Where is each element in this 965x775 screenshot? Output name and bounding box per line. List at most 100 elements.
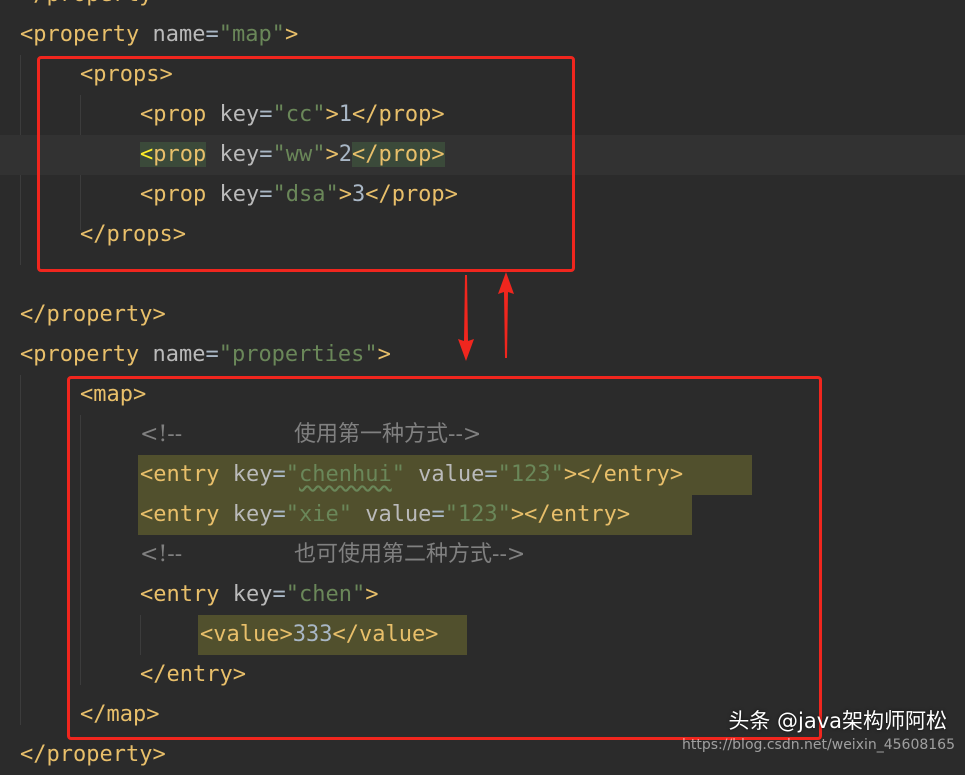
code-token: </property> xyxy=(20,0,166,7)
code-token: > xyxy=(325,102,339,127)
code-token: = xyxy=(259,182,273,207)
code-text: <prop key="dsa">3</prop> xyxy=(140,175,458,215)
code-text: <entry key="xie" value="123"></entry> xyxy=(140,495,630,535)
code-token: </prop> xyxy=(351,142,445,167)
code-token: <prop xyxy=(140,182,207,207)
code-line[interactable]: <entry key="chenhui" value="123"></entry… xyxy=(0,455,965,495)
code-token: > xyxy=(325,142,339,167)
code-text: </props> xyxy=(80,215,186,255)
code-line[interactable]: <value>333</value> xyxy=(0,615,965,655)
code-text: <entry key="chenhui" value="123"></entry… xyxy=(140,455,683,495)
code-token: > xyxy=(377,342,391,367)
code-token: name xyxy=(139,342,206,367)
code-text: </property> xyxy=(20,0,166,15)
code-token: = xyxy=(205,342,219,367)
code-line[interactable]: </props> xyxy=(0,215,965,255)
code-token: = xyxy=(272,462,286,487)
code-token: value xyxy=(351,502,432,527)
code-token: ></entry> xyxy=(563,462,684,487)
code-token: = xyxy=(259,102,273,127)
code-token: key xyxy=(206,182,260,207)
code-text: <props> xyxy=(80,55,173,95)
code-token: <map> xyxy=(80,382,147,407)
code-token: key xyxy=(219,582,273,607)
code-line[interactable]: <entry key="chen"> xyxy=(0,575,965,615)
code-token: "123" xyxy=(497,462,564,487)
code-token: = xyxy=(484,462,498,487)
code-token: value xyxy=(404,462,485,487)
code-text: <property name="properties"> xyxy=(20,335,391,375)
code-text: <map> xyxy=(80,375,146,415)
code-line[interactable]: <prop key="dsa">3</prop> xyxy=(0,175,965,215)
code-line[interactable]: <prop key="cc">1</prop> xyxy=(0,95,965,135)
code-editor[interactable]: </property><property name="map"><props><… xyxy=(0,0,965,767)
code-token: > xyxy=(284,22,299,47)
code-token: </props> xyxy=(80,222,186,247)
code-text: <entry key="chen"> xyxy=(140,575,378,615)
code-token: "properties" xyxy=(218,342,378,367)
code-token: key xyxy=(206,142,260,167)
code-token: </property> xyxy=(20,742,166,767)
code-token: name xyxy=(139,22,206,47)
code-token: prop xyxy=(153,142,207,167)
code-token: "map" xyxy=(218,22,285,47)
code-token: <property xyxy=(20,342,140,367)
code-line[interactable]: </property> xyxy=(0,295,965,335)
code-line[interactable]: <entry key="xie" value="123"></entry> xyxy=(0,495,965,535)
code-line[interactable]: <!-- 也可使用第二种方式--> xyxy=(0,535,965,575)
code-text: <prop key="cc">1</prop> xyxy=(140,95,445,135)
code-line[interactable]: <property name="properties"> xyxy=(0,335,965,375)
code-token: 2 xyxy=(338,142,352,167)
code-token: " xyxy=(391,462,405,487)
code-token: <!-- xyxy=(140,542,183,567)
code-line[interactable]: <property name="map"> xyxy=(0,15,965,55)
code-line[interactable]: <prop key="ww">2</prop> xyxy=(0,135,965,175)
arrow-up-icon xyxy=(498,272,514,358)
code-token: chenhui xyxy=(298,462,392,487)
code-token: <entry xyxy=(140,502,220,527)
code-token: </prop> xyxy=(365,182,458,207)
code-text: <prop key="ww">2</prop> xyxy=(140,135,445,175)
code-token: ></entry> xyxy=(510,502,631,527)
code-line[interactable]: <props> xyxy=(0,55,965,95)
code-token: "dsa" xyxy=(272,182,339,207)
code-line[interactable]: </property> xyxy=(0,0,965,15)
code-token: "xie" xyxy=(285,502,352,527)
code-line[interactable]: <map> xyxy=(0,375,965,415)
code-token: </property> xyxy=(20,302,166,327)
code-token: "cc" xyxy=(272,102,326,127)
code-token: </map> xyxy=(80,702,160,727)
code-token: 使用第一种方式--> xyxy=(182,422,482,447)
code-token: <property xyxy=(20,22,140,47)
code-text: </property> xyxy=(20,735,166,775)
code-token: = xyxy=(205,22,219,47)
code-token: <!-- xyxy=(140,422,183,447)
arrow-down-icon xyxy=(458,275,474,361)
code-token: </prop> xyxy=(351,102,445,127)
code-token: 333 xyxy=(292,622,333,647)
code-token: </entry> xyxy=(140,662,246,687)
code-text: </property> xyxy=(20,295,166,335)
code-text: <property name="map"> xyxy=(20,15,298,55)
code-token: > xyxy=(338,182,352,207)
code-token: > xyxy=(365,582,379,607)
code-text: </map> xyxy=(80,695,159,735)
code-token: <value> xyxy=(200,622,293,647)
code-token: key xyxy=(219,462,273,487)
code-token: "ww" xyxy=(272,142,326,167)
code-token: = xyxy=(259,142,273,167)
code-token: "123" xyxy=(444,502,511,527)
code-text: <!-- 使用第一种方式--> xyxy=(140,415,481,455)
code-token: " xyxy=(285,462,299,487)
code-token: <entry xyxy=(140,582,220,607)
code-line[interactable]: </entry> xyxy=(0,655,965,695)
code-token: "chen" xyxy=(285,582,366,607)
code-token: = xyxy=(272,502,286,527)
code-line[interactable] xyxy=(0,255,965,295)
code-token: <entry xyxy=(140,462,220,487)
code-token: 也可使用第二种方式--> xyxy=(182,542,526,567)
code-line[interactable]: <!-- 使用第一种方式--> xyxy=(0,415,965,455)
code-token: key xyxy=(206,102,260,127)
code-token: 3 xyxy=(351,182,366,207)
code-token: <props> xyxy=(80,62,173,87)
